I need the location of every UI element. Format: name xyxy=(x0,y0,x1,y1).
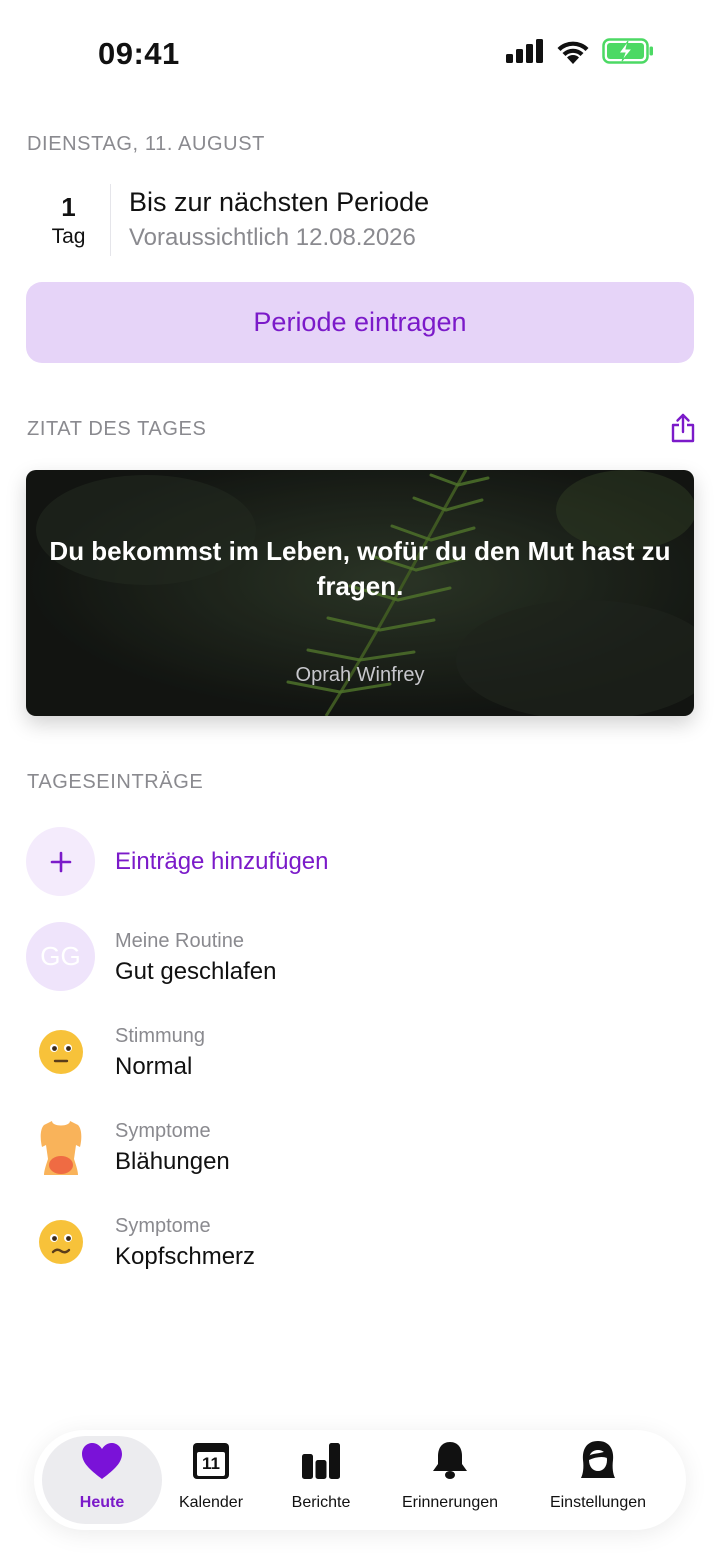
tab-icon-wrapper: 11 xyxy=(162,1436,260,1480)
entry-value: Gut geschlafen xyxy=(115,958,277,985)
tab-label: Kalender xyxy=(178,1494,244,1511)
countdown-days-box: 1 Tag xyxy=(27,184,111,256)
quote-section-label: ZITAT DES TAGES xyxy=(27,418,207,440)
entry-value: Blähungen xyxy=(115,1148,230,1175)
date-header: DIENSTAG, 11. AUGUST xyxy=(27,133,265,155)
log-period-button[interactable]: Periode eintragen xyxy=(26,282,694,363)
tab-label: Einstellungen xyxy=(549,1494,647,1511)
tab-label: Berichte xyxy=(291,1494,351,1511)
cellular-signal-icon xyxy=(506,39,543,63)
tab-bar: Heute 11 Kalender Berichte Erinnerungen … xyxy=(34,1430,686,1530)
neutral-face-icon xyxy=(38,1029,83,1074)
tab-kalender[interactable]: 11 Kalender xyxy=(162,1436,260,1524)
tab-label: Erinnerungen xyxy=(401,1494,499,1511)
countdown-subtitle: Voraussichtlich 12.08.2026 xyxy=(129,224,416,251)
status-time: 09:41 xyxy=(98,36,180,71)
calendar-date: 11 xyxy=(202,1454,220,1473)
entry-category: Meine Routine xyxy=(115,930,244,952)
quote-author: Oprah Winfrey xyxy=(295,664,425,686)
share-icon[interactable] xyxy=(670,413,696,443)
tab-label: Heute xyxy=(79,1494,125,1511)
tab-erinnerungen[interactable]: Erinnerungen xyxy=(390,1436,510,1524)
period-countdown: 1 Tag Bis zur nächsten Periode Voraussic… xyxy=(27,184,693,256)
countdown-number: 1 xyxy=(61,192,76,222)
entry-symptom-headache[interactable]: Symptome Kopfschmerz xyxy=(26,1207,694,1277)
add-entries-label: Einträge hinzufügen xyxy=(115,848,329,875)
torso-icon xyxy=(40,1120,81,1175)
entry-symptom-bloating[interactable]: Symptome Blähungen xyxy=(26,1112,694,1182)
quote-text: Du bekommst im Leben, wofür du den Mut h… xyxy=(49,536,671,601)
pained-face-icon xyxy=(38,1219,83,1264)
status-bar: 09:41 xyxy=(0,0,720,100)
bell-icon xyxy=(433,1442,467,1479)
entry-icon-wrapper xyxy=(26,1207,95,1276)
plus-icon xyxy=(50,851,71,872)
plus-icon-circle xyxy=(26,827,95,896)
entry-value: Kopfschmerz xyxy=(115,1243,256,1270)
entry-icon-wrapper xyxy=(26,1112,95,1181)
initials-avatar: GG xyxy=(26,922,95,991)
status-icons xyxy=(506,38,654,64)
tab-icon-wrapper xyxy=(42,1436,162,1480)
entry-routine[interactable]: GG Meine Routine Gut geschlafen xyxy=(26,922,694,992)
tab-icon-wrapper xyxy=(274,1436,368,1480)
entry-value: Normal xyxy=(115,1053,193,1080)
quote-card: Du bekommst im Leben, wofür du den Mut h… xyxy=(26,470,694,716)
tab-icon-wrapper xyxy=(390,1436,510,1480)
countdown-title: Bis zur nächsten Periode xyxy=(129,187,430,217)
countdown-unit: Tag xyxy=(51,225,86,248)
entry-icon-wrapper xyxy=(26,1017,95,1086)
entries-section-label: TAGESEINTRÄGE xyxy=(27,771,204,793)
entry-category: Symptome xyxy=(115,1120,211,1142)
tab-berichte[interactable]: Berichte xyxy=(274,1436,368,1524)
entry-mood[interactable]: Stimmung Normal xyxy=(26,1017,694,1087)
wifi-icon xyxy=(557,41,589,64)
battery-charging-icon xyxy=(602,38,653,64)
calendar-icon: 11 xyxy=(192,1442,230,1480)
avatar-initials: GG xyxy=(40,941,81,971)
heart-icon xyxy=(82,1443,122,1479)
bar-chart-icon xyxy=(302,1443,340,1479)
tab-heute[interactable]: Heute xyxy=(42,1436,162,1524)
add-entries-button[interactable]: Einträge hinzufügen xyxy=(26,827,694,897)
tab-icon-wrapper xyxy=(538,1436,658,1480)
entry-category: Stimmung xyxy=(115,1025,206,1047)
entry-category: Symptome xyxy=(115,1215,211,1237)
tab-einstellungen[interactable]: Einstellungen xyxy=(538,1436,658,1524)
profile-icon xyxy=(581,1441,615,1478)
